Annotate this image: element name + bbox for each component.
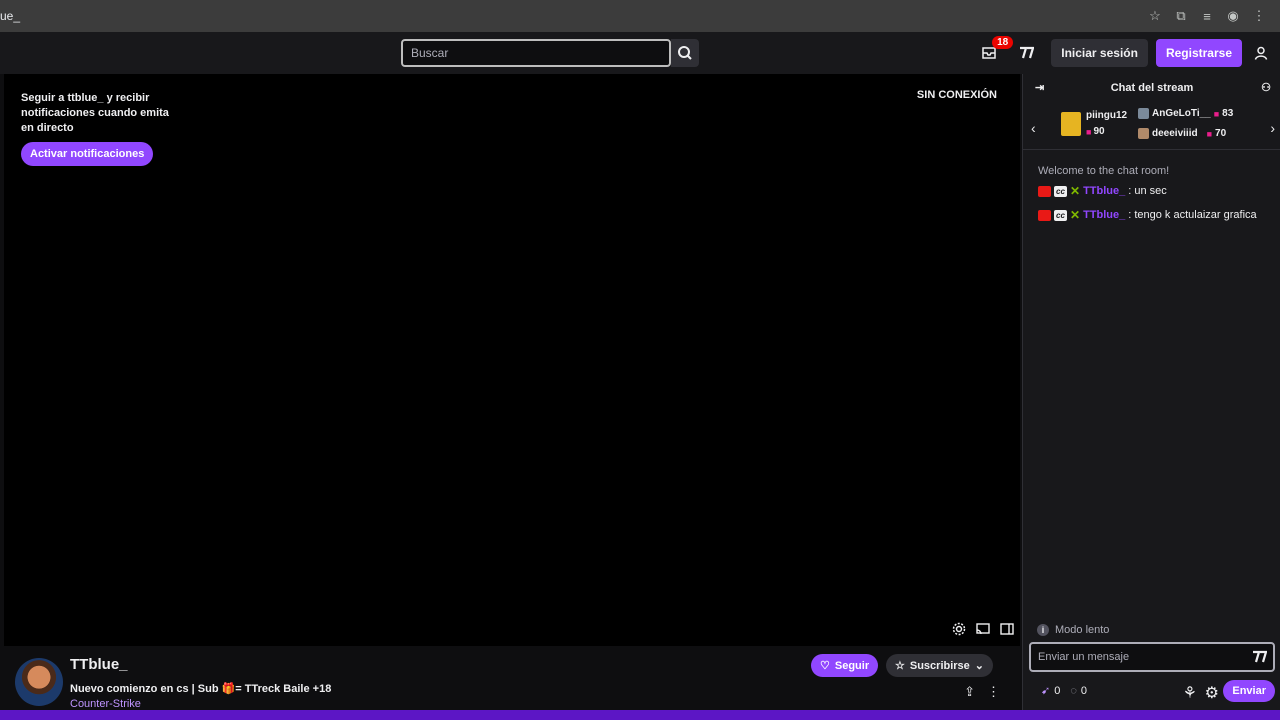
chat-message: cc ✕ TTblue_: un sec xyxy=(1038,184,1167,198)
channel-avatar[interactable] xyxy=(15,658,63,706)
gifter-2[interactable]: AnGeLoTi__ ■ 83 xyxy=(1138,108,1233,119)
welcome-message: Welcome to the chat room! xyxy=(1038,165,1170,177)
chat-input-box xyxy=(1029,642,1275,672)
slow-mode-notice: i Modo lento xyxy=(1037,624,1109,636)
search-icon xyxy=(678,46,692,60)
gift-icon xyxy=(1061,112,1081,136)
follow-button[interactable]: ♡ Seguir xyxy=(811,654,879,677)
user-menu-icon[interactable] xyxy=(1250,42,1272,64)
inbox-button[interactable]: 18 xyxy=(977,36,1014,67)
share-icon[interactable]: ⇪ xyxy=(964,684,975,700)
gifter-1[interactable]: piingu12 xyxy=(1086,110,1127,121)
top-navigation: 18 Iniciar sesión Registrarse xyxy=(0,32,1280,74)
rocket-icon: ➹ xyxy=(1041,685,1051,697)
gift-icon: ■ xyxy=(1086,126,1092,137)
broadcaster-badge-icon[interactable] xyxy=(1038,185,1051,197)
chat-panel: ⇥ Chat del stream ⚇ ‹ piingu12 ■ 90 AnGeL… xyxy=(1022,74,1280,710)
browser-toolbar: ue_ ☆ ⧉ ≡ ◉ ⋮ xyxy=(0,0,1280,32)
search-input[interactable] xyxy=(411,46,669,60)
message-username[interactable]: TTblue_ xyxy=(1083,209,1125,221)
message-text: : tengo k actulaizar grafica xyxy=(1128,209,1257,221)
activate-notifications-button[interactable]: Activar notificaciones xyxy=(21,142,154,166)
signup-button[interactable]: Registrarse xyxy=(1155,39,1242,67)
gifter-3[interactable]: deeeiviiid ■ 70 xyxy=(1138,128,1226,139)
collapse-chat-icon[interactable]: ⇥ xyxy=(1035,81,1044,94)
gift-icon: ■ xyxy=(1213,108,1220,119)
info-icon: i xyxy=(1037,624,1049,636)
profile-icon[interactable]: ◉ xyxy=(1220,6,1246,26)
chat-settings-gear-icon[interactable]: ⚙ xyxy=(1205,683,1219,703)
inbox-count-badge: 18 xyxy=(992,36,1014,49)
login-button[interactable]: Iniciar sesión xyxy=(1051,39,1148,67)
chat-message: cc ✕ TTblue_: tengo k actulaizar grafica xyxy=(1038,208,1257,222)
cast-icon[interactable] xyxy=(974,620,992,638)
chat-title: Chat del stream xyxy=(1110,82,1194,94)
gifter-1-count: ■ 90 xyxy=(1086,126,1105,137)
chevron-left-icon[interactable]: ‹ xyxy=(1031,120,1036,136)
browser-menu-icon[interactable]: ⋮ xyxy=(1246,6,1272,26)
message-username[interactable]: TTblue_ xyxy=(1083,185,1125,197)
extensions-icon[interactable]: ⧉ xyxy=(1168,6,1194,26)
send-button[interactable]: Enviar xyxy=(1223,680,1275,702)
address-bar[interactable]: ue_ xyxy=(0,9,20,23)
search-button[interactable] xyxy=(671,39,699,67)
heart-icon: ♡ xyxy=(820,660,830,672)
gifter-avatar-icon xyxy=(1138,128,1149,139)
bookmark-star-icon[interactable]: ☆ xyxy=(1142,6,1168,26)
settings-gear-icon[interactable] xyxy=(950,620,968,638)
gifter-avatar-icon xyxy=(1138,108,1149,119)
star-icon: ☆ xyxy=(895,660,905,672)
community-icon[interactable]: ⚇ xyxy=(1261,81,1271,94)
bits-icon[interactable]: ⚘ xyxy=(1183,683,1197,703)
gift-icon: ■ xyxy=(1206,128,1213,139)
top-gifters: ‹ piingu12 ■ 90 AnGeLoTi__ ■ 83 deeeiviii… xyxy=(1023,104,1280,150)
more-options-icon[interactable]: ⋮ xyxy=(987,684,1000,700)
channel-info-bar: TTblue_ Nuevo comienzo en cs | Sub 🎁= TT… xyxy=(0,646,1020,710)
bottom-banner xyxy=(0,710,1280,720)
prime-loot-icon[interactable] xyxy=(1015,42,1037,64)
chat-input[interactable] xyxy=(1038,651,1248,663)
follow-prompt-text: Seguir a ttblue_ y recibir notificacione… xyxy=(21,92,169,134)
stream-title: Nuevo comienzo en cs | Sub 🎁= TTreck Bai… xyxy=(70,683,332,695)
follow-label: Seguir xyxy=(834,659,870,672)
channel-points[interactable]: ➹ 0 ◌ 0 xyxy=(1041,684,1087,698)
media-controls-icon[interactable]: ≡ xyxy=(1194,6,1220,26)
game-link[interactable]: Counter-Strike xyxy=(70,698,141,710)
chevron-down-icon: ⌄ xyxy=(974,660,985,672)
broadcaster-badge-icon[interactable] xyxy=(1038,209,1051,221)
chat-badge-icon[interactable]: cc xyxy=(1054,209,1067,221)
emote-icon[interactable] xyxy=(1251,650,1268,669)
theatre-mode-icon[interactable] xyxy=(998,620,1016,638)
circle-icon: ◌ xyxy=(1070,684,1077,697)
cross-badge-icon[interactable]: ✕ xyxy=(1070,184,1080,198)
chat-header: ⇥ Chat del stream ⚇ xyxy=(1023,74,1280,102)
message-text: : un sec xyxy=(1128,185,1167,197)
channel-name[interactable]: TTblue_ xyxy=(70,656,128,673)
subscribe-label: Suscribirse xyxy=(909,659,970,672)
chevron-right-icon[interactable]: › xyxy=(1270,120,1275,136)
subscribe-button[interactable]: ☆ Suscribirse ⌄ xyxy=(886,654,994,677)
inbox-icon xyxy=(982,47,996,59)
chat-badge-icon[interactable]: cc xyxy=(1054,185,1067,197)
offline-label: SIN CONEXIÓN xyxy=(916,89,997,101)
cross-badge-icon[interactable]: ✕ xyxy=(1070,208,1080,222)
chat-footer: ➹ 0 ◌ 0 ⚘ ⚙ Enviar xyxy=(1023,680,1280,704)
search-box xyxy=(401,39,671,67)
video-player[interactable]: Seguir a ttblue_ y recibir notificacione… xyxy=(4,74,1020,646)
